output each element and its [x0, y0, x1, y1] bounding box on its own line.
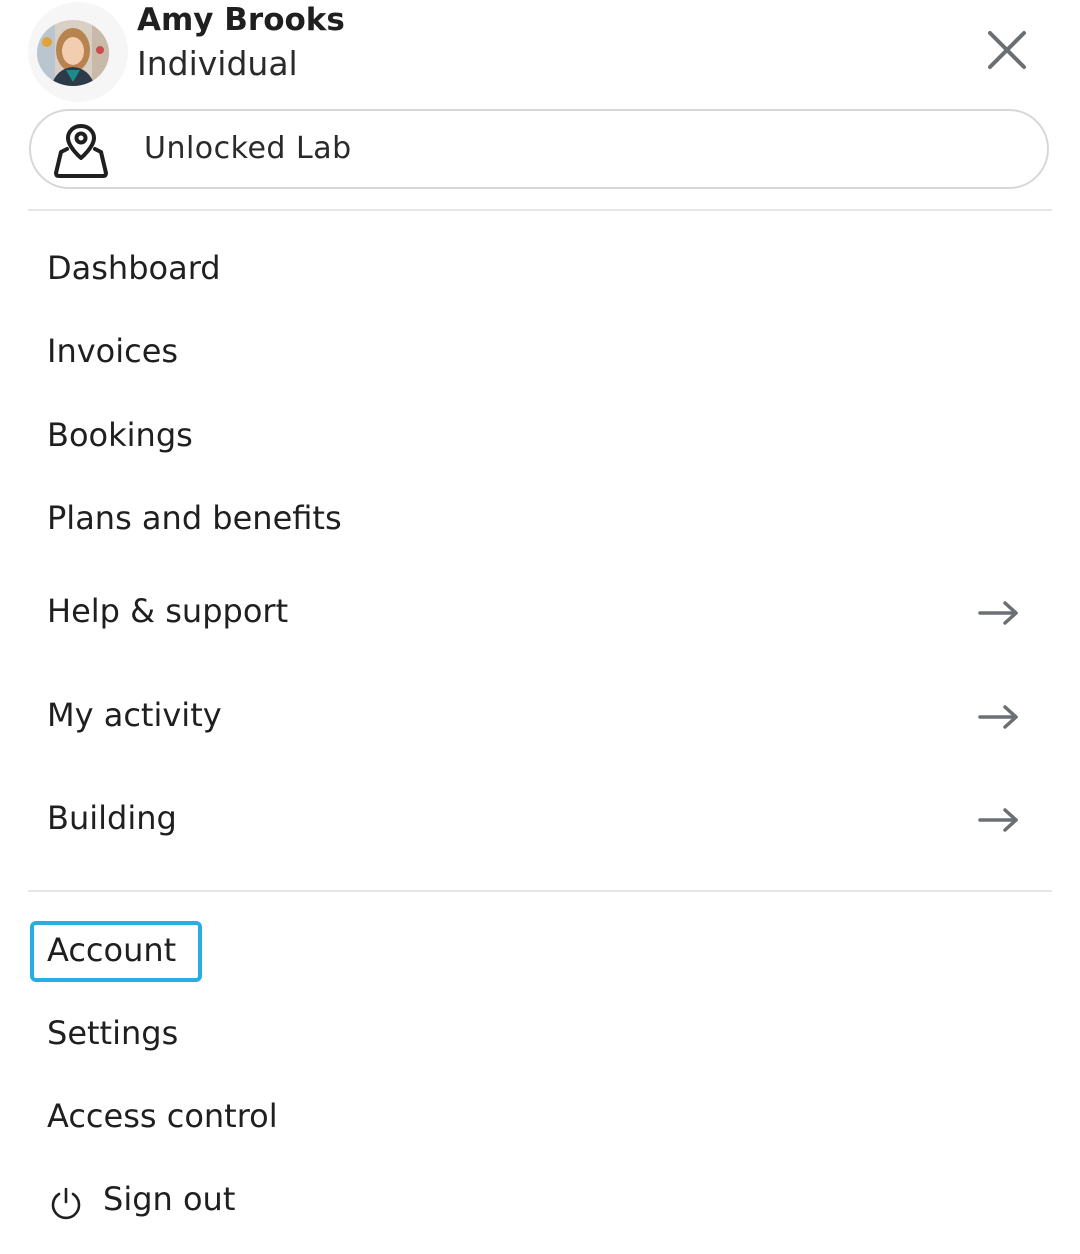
divider: [28, 890, 1052, 892]
menu-item-label: Building: [47, 799, 177, 837]
power-icon: [51, 1187, 81, 1220]
menu-item-account[interactable]: Account: [28, 917, 1052, 987]
menu-item-access-control[interactable]: Access control: [28, 1083, 1052, 1153]
avatar[interactable]: [28, 2, 128, 102]
profile-header: Amy Brooks Individual: [0, 0, 1080, 102]
arrow-right-icon: [978, 808, 1018, 832]
menu-item-bookings[interactable]: Bookings: [28, 402, 1052, 472]
menu-item-label: Bookings: [47, 416, 193, 454]
account-type: Individual: [137, 44, 298, 83]
menu-item-label: Invoices: [47, 332, 179, 370]
menu-item-building[interactable]: Building: [28, 785, 1052, 855]
menu-item-plans-and-benefits[interactable]: Plans and benefits: [28, 485, 1052, 555]
menu-item-label: Settings: [47, 1014, 179, 1052]
close-button[interactable]: [984, 27, 1030, 73]
map-pin-icon: [51, 122, 111, 180]
sign-out-button[interactable]: Sign out: [28, 1166, 1052, 1236]
user-name: Amy Brooks: [137, 2, 345, 38]
sign-out-label: Sign out: [103, 1180, 236, 1218]
menu-item-label: Dashboard: [47, 249, 221, 287]
location-label: Unlocked Lab: [144, 131, 352, 166]
close-icon: [988, 31, 1026, 69]
user-photo-avatar: [37, 20, 109, 86]
menu-item-label: Help & support: [47, 592, 289, 630]
menu-item-label: Plans and benefits: [47, 499, 342, 537]
menu-item-label: Account: [47, 931, 177, 969]
menu-item-my-activity[interactable]: My activity: [28, 682, 1052, 752]
menu-item-label: My activity: [47, 696, 222, 734]
menu-item-invoices[interactable]: Invoices: [28, 318, 1052, 388]
location-selector[interactable]: Unlocked Lab: [29, 109, 1049, 189]
menu-item-settings[interactable]: Settings: [28, 1000, 1052, 1070]
arrow-right-icon: [978, 601, 1018, 625]
menu-item-label: Access control: [47, 1097, 278, 1135]
menu-item-help-support[interactable]: Help & support: [28, 578, 1052, 648]
divider: [28, 209, 1052, 211]
arrow-right-icon: [978, 705, 1018, 729]
menu-item-dashboard[interactable]: Dashboard: [28, 235, 1052, 305]
